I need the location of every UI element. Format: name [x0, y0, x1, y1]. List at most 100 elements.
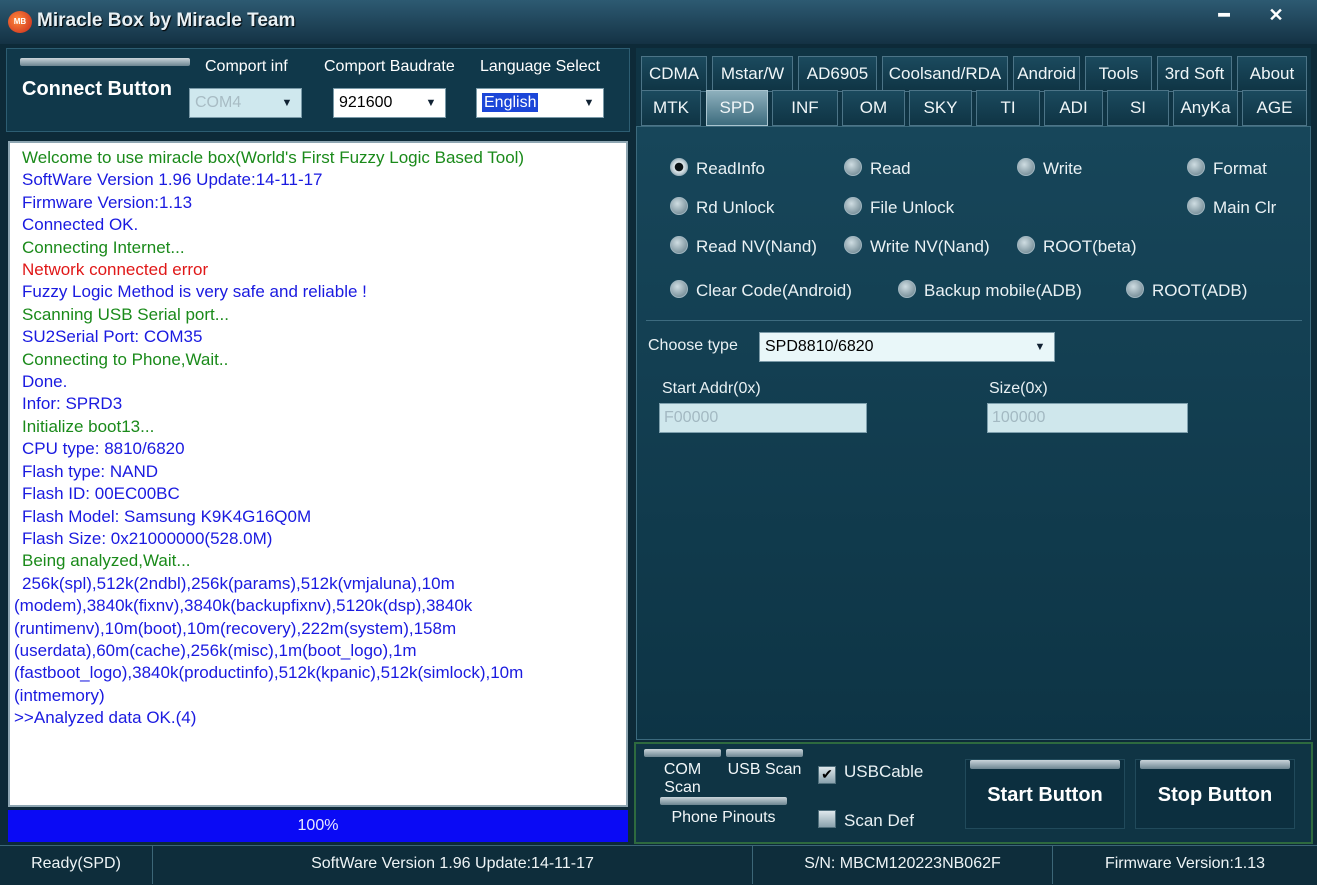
radio-label: File Unlock: [870, 198, 955, 217]
radio-write[interactable]: Write: [1017, 158, 1082, 179]
tab-mtk[interactable]: MTK: [641, 90, 701, 126]
tab-ti[interactable]: TI: [976, 90, 1040, 126]
language-value: English: [482, 93, 539, 112]
log-line: Flash type: NAND: [22, 461, 159, 481]
choose-type-label: Choose type: [648, 337, 738, 354]
button-bar: [970, 760, 1120, 769]
options-divider: [646, 320, 1302, 321]
tab-si[interactable]: SI: [1107, 90, 1169, 126]
tab-tools[interactable]: Tools: [1085, 56, 1152, 92]
tab-om[interactable]: OM: [842, 90, 905, 126]
tab-3rd-soft[interactable]: 3rd Soft: [1157, 56, 1232, 92]
log-output[interactable]: Welcome to use miracle box(World's First…: [8, 141, 628, 807]
radio-icon: [844, 197, 862, 215]
tab-coolsand-rda[interactable]: Coolsand/RDA: [882, 56, 1008, 92]
radio-label: ROOT(ADB): [1152, 281, 1248, 300]
tab-about[interactable]: About: [1237, 56, 1307, 92]
tab-mstar-w[interactable]: Mstar/W: [712, 56, 793, 92]
tab-adi[interactable]: ADI: [1044, 90, 1103, 126]
start-addr-label: Start Addr(0x): [662, 380, 761, 397]
status-firmware-version: Firmware Version:1.13: [1104, 855, 1266, 872]
com-scan-button[interactable]: COM Scan: [644, 749, 721, 797]
tab-spd[interactable]: SPD: [706, 90, 768, 126]
radio-clear-code[interactable]: Clear Code(Android): [670, 280, 852, 301]
language-select[interactable]: English ▼: [476, 88, 604, 118]
radio-main-clr[interactable]: Main Clr: [1187, 197, 1276, 218]
size-input[interactable]: 100000: [987, 403, 1188, 433]
tab-cdma[interactable]: CDMA: [641, 56, 707, 92]
log-line: Scanning USB Serial port...: [22, 304, 229, 324]
radio-label: Read: [870, 159, 911, 178]
progress-bar: 100%: [8, 810, 628, 842]
tab-sky[interactable]: SKY: [909, 90, 972, 126]
radio-icon: [844, 158, 862, 176]
scan-def-checkbox[interactable]: Scan Def: [818, 810, 914, 831]
choose-type-value: SPD8810/6820: [765, 338, 874, 355]
chevron-down-icon: ▼: [425, 97, 437, 109]
radio-readinfo[interactable]: ReadInfo: [670, 158, 765, 179]
comport-select[interactable]: COM4 ▼: [189, 88, 302, 118]
radio-icon: [670, 280, 688, 298]
baudrate-value: 921600: [339, 94, 393, 111]
checkbox-icon: [818, 810, 836, 828]
radio-icon: [1187, 197, 1205, 215]
window-title: Miracle Box by Miracle Team: [37, 10, 296, 31]
radio-root-adb[interactable]: ROOT(ADB): [1126, 280, 1247, 301]
chevron-down-icon: ▼: [281, 97, 293, 109]
tab-age[interactable]: AGE: [1242, 90, 1307, 126]
checkbox-checked-icon: ✔: [818, 766, 836, 784]
app-logo-icon: MB: [8, 11, 32, 33]
connect-button[interactable]: Connect Button: [22, 78, 172, 101]
baudrate-select[interactable]: 921600 ▼: [333, 88, 446, 118]
stop-button[interactable]: Stop Button: [1135, 759, 1295, 829]
scan-def-label: Scan Def: [844, 811, 914, 830]
tab-inf[interactable]: INF: [772, 90, 838, 126]
radio-icon: [670, 197, 688, 215]
close-button[interactable]: ✕: [1262, 4, 1290, 26]
start-addr-input[interactable]: F00000: [659, 403, 867, 433]
stop-button-label: Stop Button: [1157, 784, 1273, 806]
log-line: Fuzzy Logic Method is very safe and reli…: [22, 282, 367, 302]
com-scan-label: COM Scan: [663, 761, 702, 796]
radio-label: ROOT(beta): [1043, 237, 1137, 256]
log-line: 256k(spl),512k(2ndbl),256k(params),512k(…: [22, 573, 455, 593]
log-line: SU2Serial Port: COM35: [22, 327, 203, 347]
tab-android[interactable]: Android: [1013, 56, 1080, 92]
radio-label: ReadInfo: [696, 159, 765, 178]
spd-panel: [636, 126, 1311, 740]
tab-anyka[interactable]: AnyKa: [1173, 90, 1238, 126]
radio-root-beta[interactable]: ROOT(beta): [1017, 236, 1137, 257]
radio-rd-unlock[interactable]: Rd Unlock: [670, 197, 774, 218]
radio-label: Backup mobile(ADB): [924, 281, 1082, 300]
log-line: (fastboot_logo),3840k(productinfo),512k(…: [14, 663, 524, 683]
log-line: Connecting Internet...: [22, 237, 185, 257]
language-label: Language Select: [480, 58, 601, 75]
start-button[interactable]: Start Button: [965, 759, 1125, 829]
platform-tabs: CDMA Mstar/W AD6905 Coolsand/RDA Android Tool…: [636, 48, 1311, 126]
button-bar: [1140, 760, 1290, 769]
radio-write-nv[interactable]: Write NV(Nand): [844, 236, 990, 257]
title-bar: MB Miracle Box by Miracle Team ━ ✕: [0, 0, 1317, 44]
minimize-button[interactable]: ━: [1210, 4, 1238, 26]
log-line: Being analyzed,Wait...: [22, 551, 191, 571]
radio-read[interactable]: Read: [844, 158, 911, 179]
radio-backup-adb[interactable]: Backup mobile(ADB): [898, 280, 1082, 301]
radio-label: Format: [1213, 159, 1267, 178]
usb-scan-button[interactable]: USB Scan: [726, 749, 803, 779]
status-serial-number: S/N: MBCM120223NB062F: [753, 846, 1053, 884]
log-line: (runtimenv),10m(boot),10m(recovery),222m…: [14, 618, 457, 638]
phone-pinouts-button[interactable]: Phone Pinouts: [660, 797, 787, 827]
tab-ad6905[interactable]: AD6905: [798, 56, 877, 92]
radio-icon: [1017, 158, 1035, 176]
radio-label: Write NV(Nand): [870, 237, 990, 256]
log-line: Flash Size: 0x21000000(528.0M): [22, 528, 273, 548]
radio-read-nv[interactable]: Read NV(Nand): [670, 236, 817, 257]
choose-type-select[interactable]: SPD8810/6820 ▼: [759, 332, 1055, 362]
log-line: CPU type: 8810/6820: [22, 439, 185, 459]
usb-scan-label: USB Scan: [727, 761, 802, 778]
log-line: >>Analyzed data OK.(4): [14, 708, 197, 728]
usb-cable-checkbox[interactable]: ✔ USBCable: [818, 762, 923, 784]
radio-format[interactable]: Format: [1187, 158, 1267, 179]
radio-file-unlock[interactable]: File Unlock: [844, 197, 954, 218]
log-line: Welcome to use miracle box(World's First…: [22, 148, 525, 167]
